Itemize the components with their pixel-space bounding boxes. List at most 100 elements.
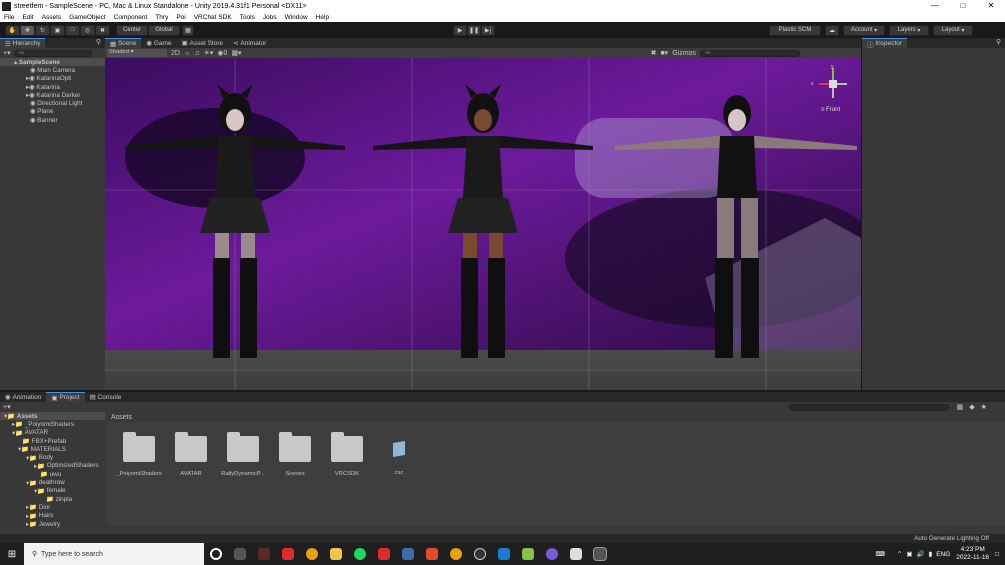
orientation-gizmo[interactable]: y x ≡ Front	[811, 64, 855, 120]
battery-icon[interactable]: ▮	[929, 550, 933, 558]
tab-inspector[interactable]: ⓘ Inspector	[862, 38, 908, 49]
tree-item[interactable]: ▾📁 Assets	[0, 412, 105, 421]
asset-folder[interactable]: AVATAR	[165, 432, 217, 494]
menu-thry[interactable]: Thry	[151, 14, 172, 21]
tab-animation[interactable]: ◉ Animation	[0, 392, 46, 402]
tree-item[interactable]: ▾📁 Body	[0, 453, 105, 462]
camera-icon[interactable]: ■▾	[660, 49, 668, 57]
hierarchy-item[interactable]: ▸ ◉ Katarina Darker	[0, 91, 105, 99]
tray-chevron-icon[interactable]: ⌃	[897, 550, 902, 558]
hierarchy-item[interactable]: ◉ Banner	[0, 116, 105, 124]
hierarchy-item[interactable]: ▸ ◉ KatarinaOpti	[0, 75, 105, 83]
cortana-icon[interactable]	[210, 548, 222, 560]
grid-snap-icon[interactable]: ▦	[182, 24, 194, 36]
unity-hub-icon[interactable]	[570, 548, 582, 560]
hierarchy-item[interactable]: ◉ Plane	[0, 108, 105, 116]
tools-icon[interactable]: ✖	[651, 49, 657, 57]
menu-vrchat-sdk[interactable]: VRChat SDK	[190, 14, 236, 21]
effects-toggle-icon[interactable]: ☀▾	[204, 49, 214, 57]
tree-item[interactable]: ▸📁 Hairs	[0, 512, 105, 520]
youtube-icon[interactable]	[378, 548, 390, 560]
file-explorer-icon[interactable]	[330, 548, 342, 560]
discord-icon[interactable]	[546, 548, 558, 560]
asset-folder[interactable]: _PoiyomiShaders	[113, 432, 165, 494]
minimize-icon[interactable]: —	[921, 0, 949, 12]
browser-icon[interactable]	[450, 548, 462, 560]
tree-item[interactable]: ▾📁 deathrow	[0, 478, 105, 487]
tree-item[interactable]: ▸📁 Dior	[0, 503, 105, 512]
audio-toggle-icon[interactable]: ♫	[194, 50, 199, 57]
menu-window[interactable]: Window	[281, 14, 312, 21]
hierarchy-scene-row[interactable]: ▴ SampleScene	[0, 58, 105, 67]
menu-component[interactable]: Component	[110, 14, 152, 21]
start-icon[interactable]: ⊞	[0, 549, 24, 560]
hand-tool-icon[interactable]: ✋	[5, 24, 20, 36]
spotify-icon[interactable]	[354, 548, 366, 560]
close-icon[interactable]: ✕	[977, 0, 1005, 12]
scene-search-input[interactable]	[699, 49, 800, 57]
project-search-input[interactable]	[788, 403, 949, 411]
pause-button[interactable]: ❚❚	[467, 24, 481, 36]
scene-viewport[interactable]: y x ≡ Front	[105, 58, 861, 390]
play-button[interactable]: ▶	[453, 24, 467, 36]
tab-game[interactable]: ◉ Game	[141, 38, 176, 48]
menu-gameobject[interactable]: GameObject	[65, 14, 110, 21]
clock[interactable]: 4:23 PM 2022-11-16	[956, 546, 989, 562]
cloud-icon[interactable]: ☁	[825, 24, 839, 36]
account-dropdown[interactable]: Account ▾	[843, 24, 885, 36]
hidden-objects-icon[interactable]: ◉0	[217, 49, 227, 57]
tree-item[interactable]: 📁 uwu	[0, 470, 105, 479]
network-icon[interactable]: ▣	[906, 550, 912, 558]
add-icon[interactable]: +▾	[3, 403, 11, 411]
asset-file[interactable]: csc	[373, 434, 425, 494]
maximize-icon[interactable]: □	[949, 0, 977, 12]
menu-jobs[interactable]: Jobs	[259, 14, 281, 21]
camera-app-icon[interactable]	[474, 548, 486, 560]
app-icon[interactable]	[258, 548, 270, 560]
tab-console[interactable]: ▤ Console	[85, 392, 127, 402]
keyboard-icon[interactable]: ⌨	[876, 550, 885, 558]
tree-item[interactable]: ▸📁 OptimizedShaders	[0, 462, 105, 470]
layers-dropdown[interactable]: Layers ▾	[889, 24, 929, 36]
tree-item[interactable]: ▾📁 AVATAR	[0, 429, 105, 437]
brave-icon[interactable]	[282, 548, 294, 560]
transform-tool-icon[interactable]: ◎	[80, 24, 95, 36]
menu-tools[interactable]: Tools	[236, 14, 259, 21]
favorite-icon[interactable]: ★	[981, 403, 987, 411]
steam-icon[interactable]	[402, 548, 414, 560]
tab-asset-store[interactable]: ▣ Asset Store	[177, 38, 229, 48]
pivot-global-button[interactable]: Global	[148, 24, 180, 36]
hierarchy-item[interactable]: ◉ Main Camera	[0, 66, 105, 74]
step-button[interactable]: ▶|	[481, 24, 495, 36]
gizmos-dropdown[interactable]: Gizmos	[672, 50, 696, 57]
label-icon[interactable]: ◆	[969, 403, 974, 411]
lock-icon[interactable]: ⚲	[996, 38, 1005, 48]
custom-tool-icon[interactable]: ✖	[95, 24, 110, 36]
hierarchy-item[interactable]: ◉ Directional Light	[0, 99, 105, 107]
taskbar-search[interactable]: ⚲ Type here to search	[24, 543, 204, 565]
layout-dropdown[interactable]: Layout ▾	[933, 24, 973, 36]
pivot-center-button[interactable]: Center	[116, 24, 148, 36]
asset-folder[interactable]: RallyDynamicP...	[217, 432, 269, 494]
notification-icon[interactable]: □	[995, 551, 999, 558]
shading-mode-dropdown[interactable]: Shaded ▾	[107, 49, 167, 57]
menu-poi[interactable]: Poi	[172, 14, 189, 21]
hierarchy-item[interactable]: ▸ ◉ Katarina	[0, 83, 105, 91]
tab-scene[interactable]: ▦ Scene	[105, 38, 142, 48]
chrome-icon[interactable]	[306, 548, 318, 560]
lock-icon[interactable]: ⚲	[96, 38, 105, 48]
mail-icon[interactable]	[498, 548, 510, 560]
rotate-tool-icon[interactable]: ↻	[35, 24, 50, 36]
menu-file[interactable]: File	[0, 14, 18, 21]
tree-item[interactable]: ▾📁 MATERIALS	[0, 445, 105, 454]
task-view-icon[interactable]	[234, 548, 246, 560]
tree-item[interactable]: ▸📁 _PoiyomiShaders	[0, 420, 105, 429]
menu-help[interactable]: Help	[312, 14, 333, 21]
hierarchy-search-input[interactable]	[13, 49, 92, 57]
tab-hierarchy[interactable]: ☰ Hierarchy	[0, 38, 46, 48]
tab-animator[interactable]: ⋖ Animator	[228, 38, 271, 48]
add-icon[interactable]: +▾	[3, 49, 11, 57]
tree-item[interactable]: 📁 zinpia	[0, 495, 105, 504]
tree-item[interactable]: ▾📁 female	[0, 487, 105, 495]
security-icon[interactable]	[426, 548, 438, 560]
